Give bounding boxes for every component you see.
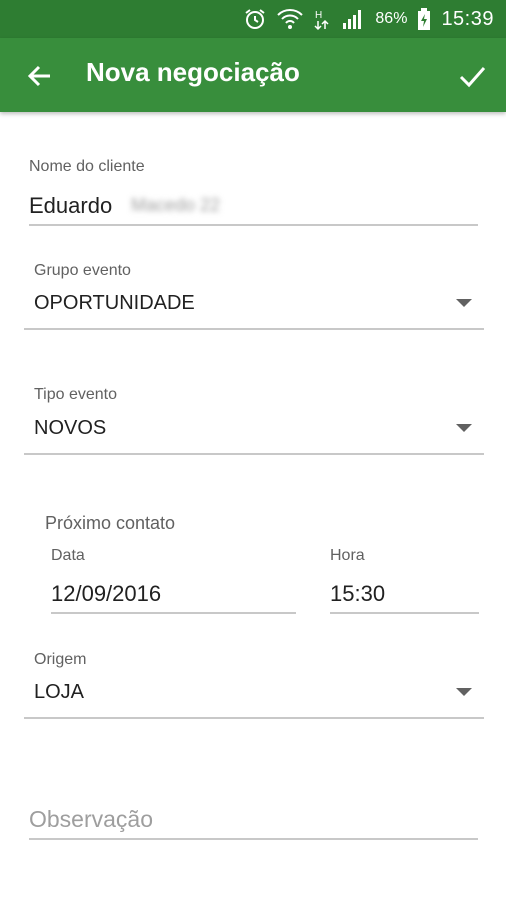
wifi-icon — [277, 9, 304, 29]
status-icons: H 86% 15:39 — [243, 7, 506, 31]
origem-label: Origem — [34, 651, 87, 668]
cliente-underline — [29, 224, 478, 226]
svg-text:H: H — [315, 10, 322, 21]
chevron-down-icon[interactable] — [456, 424, 472, 432]
data-label: Data — [51, 547, 85, 564]
cliente-value[interactable]: Eduardo — [29, 193, 112, 219]
proximo-contato-label: Próximo contato — [45, 513, 176, 533]
status-clock: 15:39 — [441, 7, 494, 30]
hora-input[interactable]: 15:30 — [330, 581, 385, 607]
chevron-down-icon[interactable] — [456, 688, 472, 696]
hora-label: Hora — [330, 547, 365, 564]
observacao-input[interactable]: Observação — [29, 806, 153, 833]
tipo-evento-select[interactable]: NOVOS — [34, 417, 106, 440]
data-underline — [51, 612, 296, 614]
confirm-button[interactable] — [456, 60, 488, 92]
origem-underline — [24, 717, 484, 719]
observacao-underline — [29, 838, 478, 840]
grupo-evento-label: Grupo evento — [34, 262, 131, 279]
alarm-icon — [245, 9, 266, 29]
origem-select[interactable]: LOJA — [34, 681, 84, 704]
status-bar: H 86% 15:39 — [0, 0, 506, 38]
check-icon — [459, 67, 486, 88]
hora-underline — [330, 612, 479, 614]
tipo-evento-label: Tipo evento — [34, 386, 118, 403]
chevron-down-icon[interactable] — [456, 299, 472, 307]
grupo-evento-underline — [24, 328, 484, 330]
signal-icon — [343, 10, 362, 29]
page-title: Nova negociação — [86, 57, 300, 87]
arrow-back-icon — [27, 65, 50, 87]
data-input[interactable]: 12/09/2016 — [51, 581, 161, 607]
cliente-label: Nome do cliente — [29, 158, 145, 175]
tipo-evento-underline — [24, 453, 484, 455]
grupo-evento-select[interactable]: OPORTUNIDADE — [34, 292, 195, 315]
battery-percent: 86% — [375, 10, 408, 27]
network-h-icon: H — [314, 10, 329, 31]
app-bar: Nova negociação — [0, 38, 506, 112]
battery-charging-icon — [418, 8, 431, 30]
cliente-surname-redacted: Macedo 22 — [131, 195, 221, 215]
back-button[interactable] — [24, 60, 56, 92]
